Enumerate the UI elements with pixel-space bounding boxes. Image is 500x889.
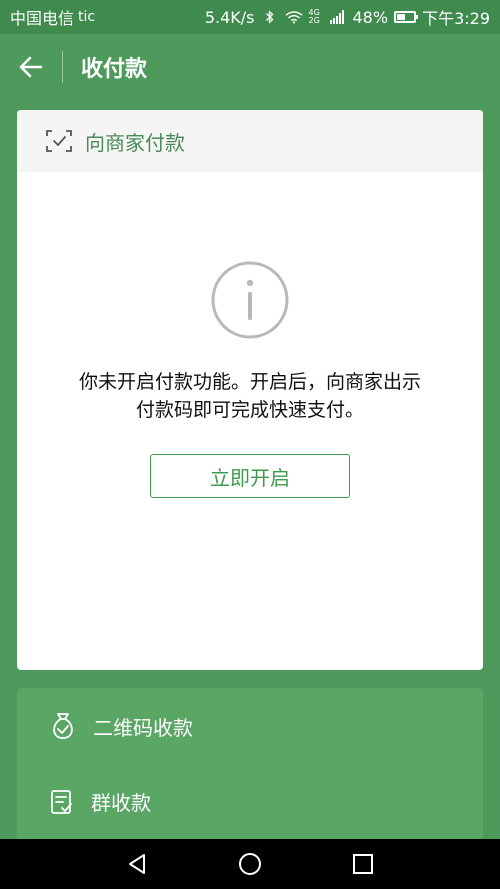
triangle-back-icon: [128, 854, 145, 874]
carrier-name: 中国电信: [10, 9, 75, 28]
enable-now-button[interactable]: 立即开启: [150, 454, 350, 498]
card-header[interactable]: 向商家付款: [17, 110, 483, 172]
title-divider: [62, 51, 63, 83]
arrow-left-icon: [19, 56, 43, 78]
signal-icon: [329, 10, 344, 24]
money-bag-icon: [53, 713, 73, 739]
net-speed: 5.4K/s: [204, 7, 255, 27]
status-bar: 中国电信 tic 5.4K/s 4G 2G 48% 下午3:29: [0, 0, 500, 34]
message-line-2: 付款码即可完成快速支付。: [135, 399, 364, 421]
wifi-icon: [284, 11, 303, 24]
circle-home-icon: [238, 853, 261, 875]
card-header-label: 向商家付款: [85, 130, 185, 155]
app-bar: 收付款: [0, 34, 500, 100]
receive-options-panel: 二维码收款 群收款: [17, 688, 483, 839]
bluetooth-icon: [265, 10, 274, 24]
nav-back-button[interactable]: [117, 844, 157, 884]
scan-check-icon: [46, 130, 72, 152]
list-item-label: 群收款: [91, 791, 151, 815]
back-button[interactable]: [0, 34, 62, 100]
carrier-suffix: tic: [78, 9, 96, 25]
message-line-1: 你未开启付款功能。开启后，向商家出示: [78, 371, 421, 393]
battery-icon: [394, 11, 419, 23]
status-left: 中国电信 tic: [10, 5, 95, 29]
info-icon-wrap: [17, 260, 483, 340]
info-circle-icon: [211, 261, 289, 339]
list-item-qr-receive[interactable]: 二维码收款: [17, 688, 483, 764]
system-nav-bar: [0, 839, 500, 889]
page-title: 收付款: [81, 57, 148, 82]
list-item-label: 二维码收款: [93, 715, 193, 740]
clock: 下午3:29: [422, 9, 490, 28]
nav-home-button[interactable]: [230, 844, 270, 884]
status-right: 5.4K/s 4G 2G 48% 下午3:29: [205, 5, 490, 29]
list-item-group-receive[interactable]: 群收款: [17, 764, 483, 839]
square-recents-icon: [353, 854, 374, 874]
group-receipt-icon: [51, 789, 72, 814]
payment-disabled-message: 你未开启付款功能。开启后，向商家出示 付款码即可完成快速支付。: [17, 368, 483, 424]
network-type: 4G 2G: [308, 8, 320, 25]
battery-percent: 48%: [352, 7, 389, 27]
nav-recents-button[interactable]: [343, 844, 383, 884]
pay-merchant-card: 向商家付款 你未开启付款功能。开启后，向商家出示 付款码即可完成快速支付。 立即…: [17, 110, 483, 670]
